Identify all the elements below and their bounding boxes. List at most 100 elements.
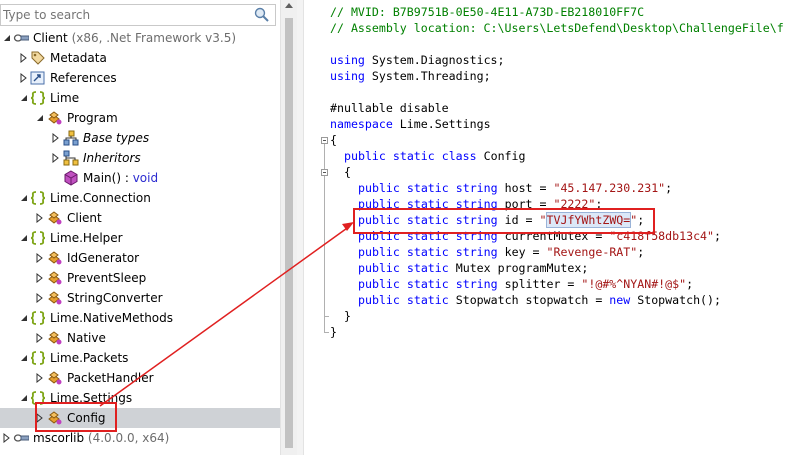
- collapsed-arrow-icon[interactable]: [51, 153, 61, 163]
- tree-item-inheritors[interactable]: Inheritors: [0, 148, 280, 168]
- expanded-arrow-icon[interactable]: [19, 393, 29, 403]
- host-value: "45.147.230.231": [553, 181, 666, 195]
- references-label: References: [50, 71, 117, 85]
- code-line-current-mutex: public static string currentMutex = "c41…: [358, 229, 721, 243]
- code-line-using-threading: using System.Threading;: [330, 69, 491, 83]
- tree-vertical-scrollbar[interactable]: [280, 0, 297, 455]
- collapsed-arrow-icon[interactable]: [35, 213, 45, 223]
- code-line-using-diagnostics: using System.Diagnostics;: [330, 53, 505, 67]
- expanded-arrow-icon[interactable]: [19, 193, 29, 203]
- code-comment-location: // Assembly location: C:\Users\LetsDefen…: [330, 21, 784, 35]
- collapsed-arrow-icon[interactable]: [35, 413, 45, 423]
- tree-item-base-types[interactable]: Base types: [0, 128, 280, 148]
- tree-item-namespace-lime-nativemethods[interactable]: Lime.NativeMethods: [0, 308, 280, 328]
- tree-item-class-native[interactable]: Native: [0, 328, 280, 348]
- collapsed-arrow-icon[interactable]: [35, 293, 45, 303]
- class-client-label: Client: [67, 211, 102, 225]
- class-native-label: Native: [67, 331, 106, 345]
- code-comment-mvid: // MVID: B7B9751B-0E50-4E11-A73D-EB21801…: [330, 5, 645, 19]
- code-line-namespace-close: }: [330, 325, 337, 339]
- collapsed-arrow-icon[interactable]: [35, 273, 45, 283]
- tag-icon: [31, 51, 45, 65]
- namespace-lime-helper-label: Lime.Helper: [50, 231, 123, 245]
- namespace-icon: [30, 351, 46, 365]
- class-icon: [48, 411, 62, 425]
- tree-item-class-program[interactable]: Program: [0, 108, 280, 128]
- tree-scrollbar-thumb[interactable]: [285, 18, 293, 448]
- tree-item-method-main[interactable]: Main() : void: [0, 168, 280, 188]
- collapsed-arrow-icon[interactable]: [19, 73, 29, 83]
- key-value: "Revenge-RAT": [546, 245, 638, 259]
- method-main-return-type: void: [132, 171, 159, 185]
- collapsed-arrow-icon[interactable]: [51, 133, 61, 143]
- inheritors-label: Inheritors: [83, 151, 141, 165]
- tree-item-namespace-lime-settings[interactable]: Lime.Settings: [0, 388, 280, 408]
- tree-item-mscorlib-assembly[interactable]: mscorlib (4.0.0.0, x64): [0, 428, 280, 448]
- tree-item-namespace-lime-helper[interactable]: Lime.Helper: [0, 228, 280, 248]
- splitter-value: "!@#%^NYAN#!@$": [581, 277, 687, 291]
- expanded-arrow-icon[interactable]: [19, 93, 29, 103]
- fold-guide-namespace-end: [324, 332, 329, 333]
- code-line-host: public static string host = "45.147.230.…: [358, 181, 673, 195]
- scroll-up-arrow-icon[interactable]: [285, 3, 293, 8]
- panel-splitter[interactable]: [297, 0, 304, 455]
- tree-item-metadata[interactable]: Metadata: [0, 48, 280, 68]
- namespace-icon: [30, 391, 46, 405]
- namespace-icon: [30, 231, 46, 245]
- tree-item-client-assembly[interactable]: Client (x86, .Net Framework v3.5): [0, 28, 280, 48]
- tree-item-namespace-lime-connection[interactable]: Lime.Connection: [0, 188, 280, 208]
- fold-toggle-class[interactable]: [321, 169, 328, 176]
- base-types-icon: [63, 130, 79, 146]
- method-main-separator: :: [121, 171, 133, 185]
- mscorlib-assembly-details: (4.0.0.0, x64): [84, 431, 170, 445]
- class-packethandler-label: PacketHandler: [67, 371, 154, 385]
- expanded-arrow-icon[interactable]: [2, 33, 12, 43]
- code-line-id: public static string id = "TVJfYWhtZWQ="…: [358, 212, 645, 228]
- class-icon: [48, 371, 62, 385]
- search-icon[interactable]: [253, 7, 271, 23]
- tree-item-namespace-lime[interactable]: Lime: [0, 88, 280, 108]
- collapsed-arrow-icon[interactable]: [19, 53, 29, 63]
- expanded-arrow-icon[interactable]: [35, 113, 45, 123]
- metadata-label: Metadata: [50, 51, 107, 65]
- code-line-nullable: #nullable disable: [330, 101, 449, 115]
- collapsed-arrow-icon[interactable]: [35, 333, 45, 343]
- namespace-icon: [30, 311, 46, 325]
- mutex-value: "c418f58db13c4": [609, 229, 715, 243]
- code-line-program-mutex: public static Mutex programMutex;: [358, 261, 589, 275]
- tree-item-class-stringconverter[interactable]: StringConverter: [0, 288, 280, 308]
- code-line-class-open: {: [344, 165, 351, 179]
- tree-item-class-config[interactable]: Config: [0, 408, 280, 428]
- tree-item-class-client[interactable]: Client: [0, 208, 280, 228]
- code-line-key: public static string key = "Revenge-RAT"…: [358, 245, 645, 259]
- assembly-explorer-panel: Client (x86, .Net Framework v3.5) Metada…: [0, 0, 280, 455]
- code-line-namespace: namespace Lime.Settings: [330, 117, 491, 131]
- fold-toggle-namespace[interactable]: [321, 137, 328, 144]
- class-config-label: Config: [67, 411, 106, 425]
- search-box[interactable]: [0, 4, 276, 26]
- tree-item-class-idgenerator[interactable]: IdGenerator: [0, 248, 280, 268]
- search-input[interactable]: [3, 7, 243, 23]
- namespace-lime-packets-label: Lime.Packets: [50, 351, 129, 365]
- class-stringconverter-label: StringConverter: [67, 291, 163, 305]
- namespace-lime-label: Lime: [50, 91, 80, 105]
- class-preventsleep-label: PreventSleep: [67, 271, 147, 285]
- tree-item-class-packethandler[interactable]: PacketHandler: [0, 368, 280, 388]
- expanded-arrow-icon[interactable]: [19, 233, 29, 243]
- expanded-arrow-icon[interactable]: [19, 353, 29, 363]
- namespace-lime-settings-label: Lime.Settings: [50, 391, 133, 405]
- id-value-highlighted[interactable]: TVJfYWhtZWQ=: [545, 212, 632, 228]
- decompiled-code-view[interactable]: // MVID: B7B9751B-0E50-4E11-A73D-EB21801…: [304, 0, 794, 455]
- collapsed-arrow-icon[interactable]: [35, 373, 45, 383]
- assembly-icon: [13, 34, 29, 42]
- collapsed-arrow-icon[interactable]: [35, 253, 45, 263]
- class-icon: [48, 271, 62, 285]
- collapsed-arrow-icon[interactable]: [2, 433, 12, 443]
- expanded-arrow-icon[interactable]: [19, 313, 29, 323]
- tree-item-class-preventsleep[interactable]: PreventSleep: [0, 268, 280, 288]
- mscorlib-assembly-name: mscorlib: [33, 431, 85, 445]
- class-idgenerator-label: IdGenerator: [67, 251, 140, 265]
- tree-item-references[interactable]: References: [0, 68, 280, 88]
- client-assembly-name: Client: [33, 31, 68, 45]
- tree-item-namespace-lime-packets[interactable]: Lime.Packets: [0, 348, 280, 368]
